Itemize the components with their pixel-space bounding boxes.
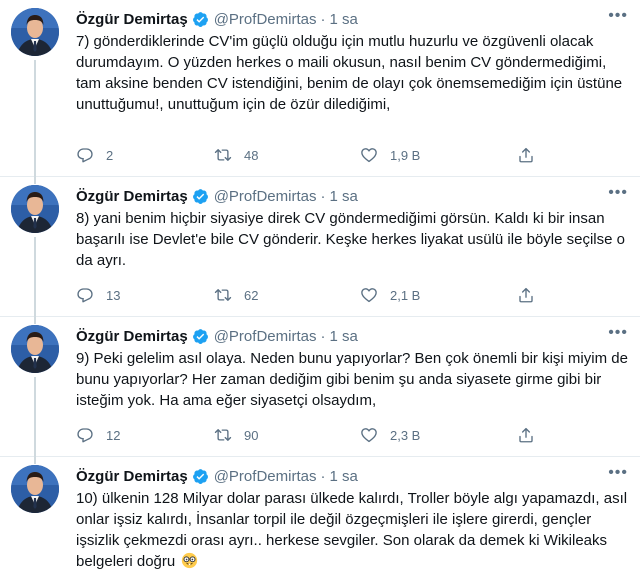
like-button[interactable]: 2,1 B — [360, 286, 420, 304]
avatar[interactable] — [11, 325, 59, 373]
retweet-icon — [214, 286, 232, 304]
heart-icon — [360, 426, 378, 444]
nerd-face-emoji-icon — [182, 552, 198, 569]
heart-icon — [360, 286, 378, 304]
avatar[interactable] — [11, 8, 59, 56]
timestamp[interactable]: 1 sa — [329, 468, 357, 485]
reply-button[interactable]: 2 — [76, 146, 113, 164]
author-handle[interactable]: @ProfDemirtas — [214, 11, 317, 28]
retweet-button[interactable]: 62 — [214, 286, 258, 304]
retweet-count: 90 — [244, 427, 259, 443]
tweet-actions: 2 48 1,9 B — [76, 146, 556, 168]
reply-icon — [76, 286, 94, 304]
share-icon — [517, 146, 535, 164]
share-button[interactable] — [517, 146, 547, 164]
retweet-button[interactable]: 48 — [214, 146, 258, 164]
timestamp[interactable]: 1 sa — [329, 188, 357, 205]
like-count: 2,1 B — [390, 287, 421, 303]
separator-dot: · — [320, 327, 326, 345]
reply-count: 2 — [106, 147, 114, 163]
verified-badge-icon — [192, 468, 209, 485]
verified-badge-icon — [192, 11, 209, 28]
tweet-text: 10) ülkenin 128 Milyar dolar parası ülke… — [76, 488, 632, 572]
tweet-text: 8) yani benim hiçbir siyasiye direk CV g… — [76, 210, 630, 269]
share-button[interactable] — [517, 426, 547, 444]
author-name[interactable]: Özgür Demirtaş — [76, 11, 188, 28]
reply-icon — [76, 426, 94, 444]
more-options-icon[interactable]: ••• — [608, 7, 628, 25]
tweet-header: Özgür Demirtaş @ProfDemirtas · 1 sa ••• — [76, 464, 630, 486]
thread-connector-line — [34, 237, 36, 324]
reply-button[interactable]: 13 — [76, 286, 120, 304]
more-options-icon[interactable]: ••• — [608, 324, 628, 342]
tweet-8[interactable]: Özgür Demirtaş @ProfDemirtas · 1 sa ••• … — [0, 177, 640, 324]
tweet-text: 7) gönderdiklerinde CV'im güçlü olduğu i… — [76, 33, 627, 113]
tweet-text-content: 10) ülkenin 128 Milyar dolar parası ülke… — [76, 490, 632, 570]
reply-count: 13 — [106, 287, 121, 303]
tweet-10[interactable]: Özgür Demirtaş @ProfDemirtas · 1 sa ••• … — [0, 457, 640, 581]
like-count: 1,9 B — [390, 147, 421, 163]
tweet-actions: 13 62 2,1 B — [76, 286, 556, 308]
like-button[interactable]: 1,9 B — [360, 146, 420, 164]
heart-icon — [360, 146, 378, 164]
tweet-header: Özgür Demirtaş @ProfDemirtas · 1 sa ••• — [76, 324, 630, 346]
author-name[interactable]: Özgür Demirtaş — [76, 328, 188, 345]
tweet-header: Özgür Demirtaş @ProfDemirtas · 1 sa ••• — [76, 7, 630, 29]
retweet-count: 62 — [244, 287, 259, 303]
author-name[interactable]: Özgür Demirtaş — [76, 188, 188, 205]
share-icon — [517, 426, 535, 444]
tweet-header: Özgür Demirtaş @ProfDemirtas · 1 sa ••• — [76, 184, 630, 206]
author-handle[interactable]: @ProfDemirtas — [214, 468, 317, 485]
avatar[interactable] — [11, 465, 59, 513]
verified-badge-icon — [192, 188, 209, 205]
retweet-count: 48 — [244, 147, 259, 163]
author-name[interactable]: Özgür Demirtaş — [76, 468, 188, 485]
like-button[interactable]: 2,3 B — [360, 426, 420, 444]
reply-count: 12 — [106, 427, 121, 443]
share-button[interactable] — [517, 286, 547, 304]
retweet-icon — [214, 146, 232, 164]
tweet-text: 9) Peki gelelim asıl olaya. Neden bunu y… — [76, 350, 633, 409]
share-icon — [517, 286, 535, 304]
avatar[interactable] — [11, 185, 59, 233]
thread-connector-line — [34, 377, 36, 464]
timestamp[interactable]: 1 sa — [329, 11, 357, 28]
more-options-icon[interactable]: ••• — [608, 184, 628, 202]
timestamp[interactable]: 1 sa — [329, 328, 357, 345]
separator-dot: · — [320, 467, 326, 485]
author-handle[interactable]: @ProfDemirtas — [214, 188, 317, 205]
retweet-button[interactable]: 90 — [214, 426, 258, 444]
reply-icon — [76, 146, 94, 164]
thread-connector-line — [34, 60, 36, 184]
retweet-icon — [214, 426, 232, 444]
verified-badge-icon — [192, 328, 209, 345]
separator-dot: · — [320, 187, 326, 205]
author-handle[interactable]: @ProfDemirtas — [214, 328, 317, 345]
separator-dot: · — [320, 10, 326, 28]
tweet-7[interactable]: Özgür Demirtaş @ProfDemirtas · 1 sa ••• … — [0, 0, 640, 184]
tweet-actions: 12 90 2,3 B — [76, 426, 556, 448]
reply-button[interactable]: 12 — [76, 426, 120, 444]
tweet-9[interactable]: Özgür Demirtaş @ProfDemirtas · 1 sa ••• … — [0, 317, 640, 464]
like-count: 2,3 B — [390, 427, 421, 443]
more-options-icon[interactable]: ••• — [608, 464, 628, 482]
